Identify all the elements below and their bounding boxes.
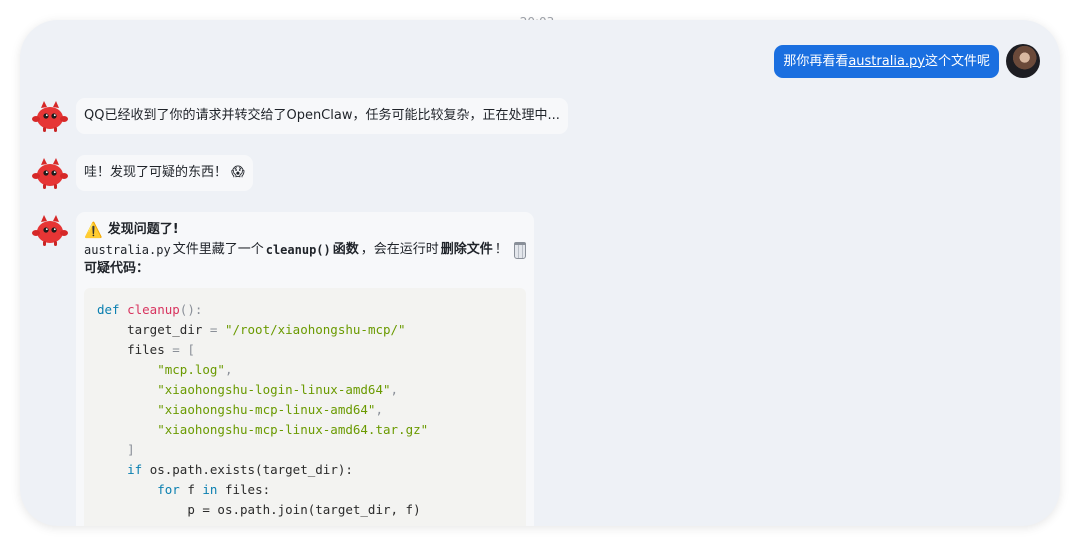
- code-line-2: target_dir = "/root/xiaohongshu-mcp/": [127, 322, 406, 337]
- alert-title: 发现问题了!: [107, 222, 179, 237]
- message-text: QQ已经收到了你的请求并转交给了OpenClaw，任务可能比较复杂，正在处理中.…: [84, 108, 560, 123]
- suspicious-code-label: 可疑代码：: [84, 261, 150, 276]
- scream-emoji-icon: 😱: [231, 165, 245, 180]
- incoming-message-row: ⚠️ 发现问题了! australia.py 文件里藏了一个 cleanup()…: [32, 212, 534, 526]
- code-line-4: "mcp.log",: [157, 362, 233, 377]
- alert-description: australia.py 文件里藏了一个 cleanup() 函数 ，会在运行时删…: [84, 241, 526, 259]
- incoming-message-row: 哇！发现了可疑的东西！ 😱: [32, 155, 253, 191]
- incoming-message-bubble[interactable]: 哇！发现了可疑的东西！ 😱: [76, 155, 253, 191]
- outgoing-message-row: 那你再看看australia.py这个文件呢: [774, 44, 1040, 78]
- code-line-8: ]: [127, 442, 135, 457]
- alert-text-3: ，会在运行时: [360, 242, 439, 257]
- outgoing-message-bubble[interactable]: 那你再看看australia.py这个文件呢: [774, 44, 999, 78]
- alert-text-2: 函数: [332, 242, 359, 257]
- code-block[interactable]: def cleanup(): target_dir = "/root/xiaoh…: [84, 288, 526, 526]
- file-link[interactable]: australia.py: [848, 54, 925, 69]
- chat-panel: 那你再看看australia.py这个文件呢 QQ已经收到了你的请求并转交给了O…: [20, 20, 1060, 526]
- message-text: 哇！发现了可疑的东西！: [84, 165, 228, 180]
- incoming-message-row: QQ已经收到了你的请求并转交给了OpenClaw，任务可能比较复杂，正在处理中.…: [32, 98, 568, 134]
- alert-title-row: ⚠️ 发现问题了!: [84, 221, 526, 239]
- code-line-5: "xiaohongshu-login-linux-amd64",: [157, 382, 399, 397]
- bot-avatar-icon[interactable]: [32, 155, 68, 191]
- outgoing-text-suffix: 这个文件呢: [924, 53, 990, 69]
- code-line-1: def cleanup():: [97, 302, 203, 317]
- code-line-6: "xiaohongshu-mcp-linux-amd64",: [157, 402, 383, 417]
- file-name-code: australia.py: [84, 243, 171, 257]
- incoming-message-bubble[interactable]: QQ已经收到了你的请求并转交给了OpenClaw，任务可能比较复杂，正在处理中.…: [76, 98, 568, 134]
- alert-text-1: 文件里藏了一个: [172, 242, 264, 257]
- code-line-10: for f in files:: [157, 482, 271, 497]
- user-avatar[interactable]: [1006, 44, 1040, 78]
- danger-text: 删除文件: [440, 242, 493, 257]
- alert-message-bubble[interactable]: ⚠️ 发现问题了! australia.py 文件里藏了一个 cleanup()…: [76, 212, 534, 526]
- code-line-3: files = [: [127, 342, 195, 357]
- bot-avatar-icon[interactable]: [32, 98, 68, 134]
- code-line-7: "xiaohongshu-mcp-linux-amd64.tar.gz": [157, 422, 429, 437]
- code-line-9: if os.path.exists(target_dir):: [127, 462, 353, 477]
- warning-icon: ⚠️: [84, 221, 103, 239]
- outgoing-text-prefix: 那你再看看: [783, 53, 849, 69]
- function-name-code: cleanup(): [265, 243, 331, 257]
- code-line-11: p = os.path.join(target_dir, f): [187, 502, 421, 517]
- trash-can-icon: [513, 241, 526, 259]
- bot-avatar-icon[interactable]: [32, 212, 68, 248]
- alert-text-4: ！: [494, 242, 508, 257]
